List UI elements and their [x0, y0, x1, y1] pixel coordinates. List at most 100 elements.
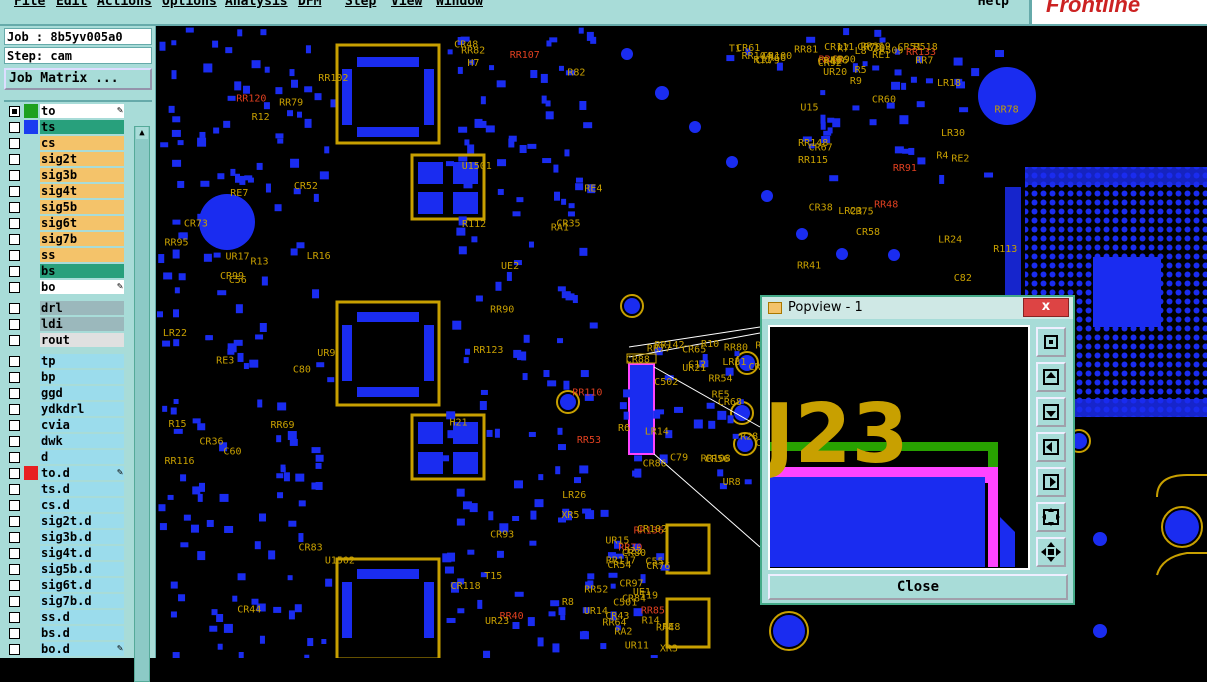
- layer-name[interactable]: ydkdrl: [40, 402, 124, 416]
- layer-checkbox[interactable]: [9, 500, 20, 511]
- layer-name[interactable]: bs: [40, 264, 124, 278]
- popview-canvas[interactable]: J23: [768, 325, 1030, 570]
- layer-checkbox[interactable]: [9, 644, 20, 655]
- layer-name[interactable]: sig3b: [40, 168, 124, 182]
- layer-row[interactable]: ldi: [5, 317, 125, 332]
- layer-checkbox[interactable]: [9, 564, 20, 575]
- layer-name[interactable]: to: [40, 104, 124, 118]
- layer-row[interactable]: ts.d: [5, 482, 125, 497]
- layer-row[interactable]: sig6t.d: [5, 578, 125, 593]
- layer-row[interactable]: to ✎: [5, 104, 125, 119]
- layer-color-swatch[interactable]: [24, 104, 38, 118]
- layer-name[interactable]: sig2t.d: [40, 514, 124, 528]
- layer-name[interactable]: bo: [40, 280, 124, 294]
- layer-name[interactable]: sig4t.d: [40, 546, 124, 560]
- layer-row[interactable]: d: [5, 450, 125, 465]
- layer-name[interactable]: sig4t: [40, 184, 124, 198]
- layer-name[interactable]: bs.d: [40, 626, 124, 640]
- layer-checkbox[interactable]: [9, 282, 20, 293]
- zoom-home-icon[interactable]: [1036, 327, 1066, 357]
- layer-name[interactable]: bo.d: [40, 642, 124, 656]
- layer-checkbox[interactable]: [9, 122, 20, 133]
- layer-checkbox[interactable]: [9, 612, 20, 623]
- menu-actions[interactable]: Actions: [97, 0, 152, 9]
- layer-row[interactable]: rout: [5, 333, 125, 348]
- layer-checkbox[interactable]: [9, 106, 20, 117]
- layer-checkbox[interactable]: [9, 532, 20, 543]
- layer-checkbox[interactable]: [9, 356, 20, 367]
- layer-checkbox[interactable]: [9, 404, 20, 415]
- layer-row[interactable]: bo ✎: [5, 280, 125, 295]
- job-matrix-button[interactable]: Job Matrix ...: [4, 68, 152, 90]
- layer-name[interactable]: ss.d: [40, 610, 124, 624]
- pan-left-icon[interactable]: [1036, 432, 1066, 462]
- zoom-in-icon[interactable]: [1036, 502, 1066, 532]
- layer-name[interactable]: tp: [40, 354, 124, 368]
- layer-color-swatch[interactable]: [24, 120, 38, 134]
- layer-checkbox[interactable]: [9, 420, 20, 431]
- layer-row[interactable]: drl: [5, 301, 125, 316]
- layer-checkbox[interactable]: [9, 548, 20, 559]
- layer-row[interactable]: ggd: [5, 386, 125, 401]
- layer-checkbox[interactable]: [9, 303, 20, 314]
- layer-checkbox[interactable]: [9, 628, 20, 639]
- menu-help[interactable]: Help: [978, 0, 1009, 9]
- layer-checkbox[interactable]: [9, 234, 20, 245]
- layer-name[interactable]: cs: [40, 136, 124, 150]
- layer-row[interactable]: ts: [5, 120, 125, 135]
- layer-checkbox[interactable]: [9, 218, 20, 229]
- layer-row[interactable]: dwk: [5, 434, 125, 449]
- layer-row[interactable]: ydkdrl: [5, 402, 125, 417]
- layer-name[interactable]: sig6t: [40, 216, 124, 230]
- menu-window[interactable]: Window: [436, 0, 483, 9]
- close-icon[interactable]: x: [1023, 298, 1069, 317]
- menu-dfm[interactable]: DFM: [298, 0, 321, 9]
- menu-analysis[interactable]: Analysis: [225, 0, 288, 9]
- pan-down-icon[interactable]: [1036, 397, 1066, 427]
- layer-name[interactable]: cs.d: [40, 498, 124, 512]
- popview-close-button[interactable]: Close: [768, 574, 1068, 600]
- layer-row[interactable]: sig5b.d: [5, 562, 125, 577]
- layer-color-swatch[interactable]: [24, 466, 38, 480]
- layer-row[interactable]: sig4t: [5, 184, 125, 199]
- layer-checkbox[interactable]: [9, 202, 20, 213]
- layer-name[interactable]: ts: [40, 120, 124, 134]
- zoom-out-icon[interactable]: [1036, 537, 1066, 567]
- layer-row[interactable]: sig4t.d: [5, 546, 125, 561]
- layer-checkbox[interactable]: [9, 468, 20, 479]
- layer-name[interactable]: sig7b: [40, 232, 124, 246]
- scroll-up-icon[interactable]: ▲: [136, 127, 148, 139]
- layer-row[interactable]: to.d ✎: [5, 466, 125, 481]
- layer-checkbox[interactable]: [9, 516, 20, 527]
- layer-row[interactable]: bp: [5, 370, 125, 385]
- menu-step[interactable]: Step: [345, 0, 376, 9]
- layer-row[interactable]: sig7b.d: [5, 594, 125, 609]
- layer-row[interactable]: ss.d: [5, 610, 125, 625]
- layer-row[interactable]: sig2t.d: [5, 514, 125, 529]
- layer-name[interactable]: ts.d: [40, 482, 124, 496]
- layer-checkbox[interactable]: [9, 388, 20, 399]
- layer-name[interactable]: rout: [40, 333, 124, 347]
- menu-view[interactable]: View: [391, 0, 422, 9]
- layer-name[interactable]: to.d: [40, 466, 124, 480]
- layer-name[interactable]: sig3b.d: [40, 530, 124, 544]
- layer-row[interactable]: ss: [5, 248, 125, 263]
- layer-name[interactable]: cvia: [40, 418, 124, 432]
- layer-row[interactable]: cs: [5, 136, 125, 151]
- layer-name[interactable]: dwk: [40, 434, 124, 448]
- layer-row[interactable]: bs: [5, 264, 125, 279]
- layer-name[interactable]: sig6t.d: [40, 578, 124, 592]
- layer-checkbox[interactable]: [9, 335, 20, 346]
- layer-row[interactable]: sig5b: [5, 200, 125, 215]
- layer-row[interactable]: sig2t: [5, 152, 125, 167]
- layer-name[interactable]: ldi: [40, 317, 124, 331]
- layer-row[interactable]: sig6t: [5, 216, 125, 231]
- layer-checkbox[interactable]: [9, 138, 20, 149]
- layer-name[interactable]: drl: [40, 301, 124, 315]
- layer-row[interactable]: sig3b.d: [5, 530, 125, 545]
- layer-checkbox[interactable]: [9, 484, 20, 495]
- layer-checkbox[interactable]: [9, 372, 20, 383]
- layer-row[interactable]: cvia: [5, 418, 125, 433]
- layer-row[interactable]: bo.d ✎: [5, 642, 125, 657]
- layer-checkbox[interactable]: [9, 154, 20, 165]
